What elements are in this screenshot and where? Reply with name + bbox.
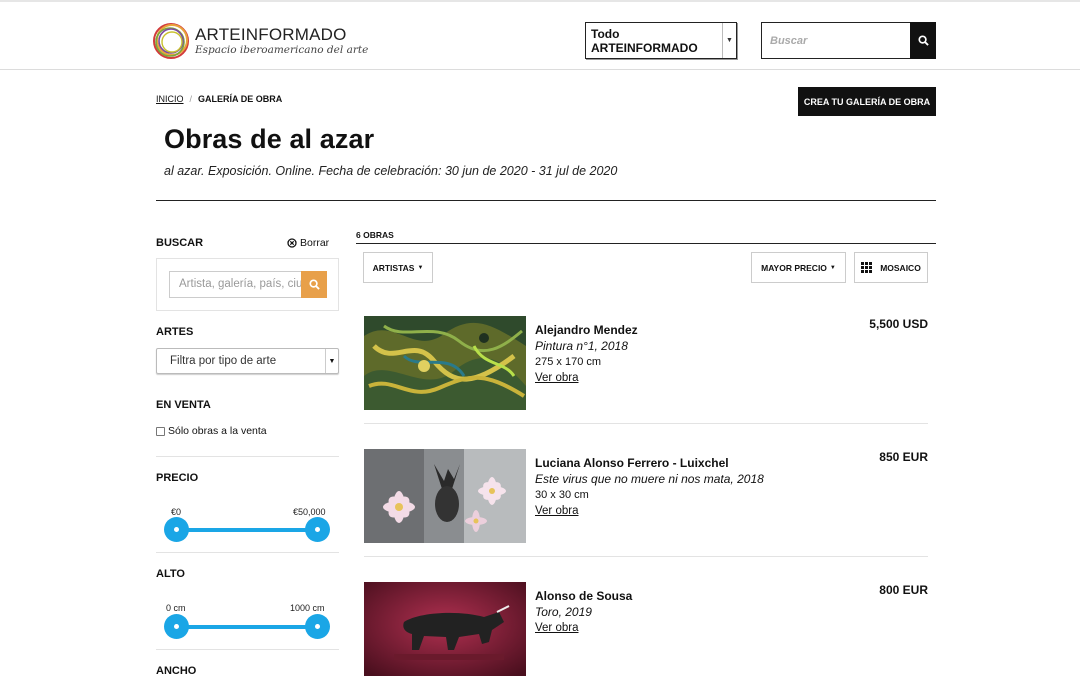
height-max-label: 1000 cm: [290, 603, 325, 613]
sidebar-divider: [156, 456, 339, 457]
height-slider-track[interactable]: [177, 625, 318, 629]
results-count: 6 OBRAS: [356, 230, 394, 240]
artwork-size: 30 x 30 cm: [535, 489, 589, 501]
search-icon: [917, 35, 929, 46]
sidebar-divider: [156, 552, 339, 553]
clear-filters-label: Borrar: [300, 237, 330, 249]
title-divider: [156, 200, 936, 201]
create-gallery-button[interactable]: CREA TU GALERÍA DE OBRA: [798, 87, 936, 116]
height-min-label: 0 cm: [166, 603, 186, 613]
artwork-artist: Alejandro Mendez: [535, 323, 638, 337]
artwork-item: Alejandro Mendez Pintura n°1, 2018 275 x…: [364, 316, 928, 432]
site-search-input[interactable]: [762, 23, 911, 58]
search-scope-select[interactable]: Todo ARTEINFORMADO ▼: [585, 22, 737, 59]
sale-only-checkbox[interactable]: [156, 426, 165, 436]
caret-down-icon: ▼: [722, 23, 736, 58]
sort-filter-label: MAYOR PRECIO: [761, 262, 827, 273]
view-mode-button[interactable]: MOSAICO: [854, 252, 928, 283]
view-artwork-link[interactable]: Ver obra: [535, 503, 764, 519]
page-title: Obras de al azar: [164, 124, 375, 154]
search-icon: [308, 279, 320, 290]
sidebar-divider: [156, 649, 339, 650]
sidebar-search-panel: Artista, galería, país, ciudad...: [156, 258, 339, 311]
breadcrumb: INICIO / GALERÍA DE OBRA: [156, 94, 282, 104]
artwork-title: Pintura n°1, 2018: [535, 339, 628, 353]
logo-tagline: Espacio iberoamericano del arte: [195, 44, 369, 56]
sidebar-height-heading: ALTO: [156, 568, 185, 580]
sidebar-sale-heading: EN VENTA: [156, 399, 211, 411]
artwork-title: Este virus que no muere ni nos mata, 201…: [535, 472, 764, 486]
clear-filters-link[interactable]: Borrar: [287, 237, 329, 249]
arts-type-select[interactable]: Filtra por tipo de arte ▼: [156, 348, 339, 374]
breadcrumb-current: GALERÍA DE OBRA: [198, 94, 283, 104]
sort-filter-button[interactable]: MAYOR PRECIO ▼: [751, 252, 846, 283]
price-slider-min-handle[interactable]: [164, 517, 189, 542]
search-scope-value: Todo ARTEINFORMADO: [591, 26, 698, 55]
sidebar-width-heading: ANCHO: [156, 665, 197, 677]
height-slider-min-handle[interactable]: [164, 614, 189, 639]
site-header: ARTEINFORMADO Espacio iberoamericano del…: [0, 2, 1080, 70]
artwork-artist: Luciana Alonso Ferrero - Luixchel: [535, 456, 729, 470]
site-search-field[interactable]: [761, 22, 911, 59]
view-artwork-link[interactable]: Ver obra: [535, 370, 638, 386]
sidebar-price-heading: PRECIO: [156, 472, 199, 484]
logo-name: ARTEINFORMADO: [195, 25, 347, 44]
view-mode-label: MOSAICO: [880, 262, 921, 273]
close-circle-icon: [287, 238, 297, 248]
breadcrumb-separator: /: [189, 94, 193, 104]
site-logo[interactable]: ARTEINFORMADO Espacio iberoamericano del…: [151, 21, 368, 61]
artwork-title: Toro, 2019: [535, 605, 592, 619]
sale-only-label: Sólo obras a la venta: [168, 425, 267, 437]
height-slider-max-handle[interactable]: [305, 614, 330, 639]
artwork-thumbnail[interactable]: [364, 449, 526, 543]
results-divider: [356, 243, 936, 244]
page-subtitle: al azar. Exposición. Online. Fecha de ce…: [164, 164, 618, 178]
artwork-divider: [364, 556, 928, 557]
sidebar-arts-heading: ARTES: [156, 326, 194, 338]
price-slider-max-handle[interactable]: [305, 517, 330, 542]
breadcrumb-home-link[interactable]: INICIO: [156, 94, 184, 104]
arts-type-value: Filtra por tipo de arte: [170, 355, 277, 367]
artwork-thumbnail[interactable]: [364, 316, 526, 410]
view-artwork-link[interactable]: Ver obra: [535, 620, 632, 636]
artwork-price: 850 EUR: [879, 450, 928, 464]
caret-down-icon: ▼: [829, 264, 836, 271]
price-slider-track[interactable]: [177, 528, 318, 532]
artists-filter-label: ARTISTAS: [372, 262, 415, 273]
artwork-artist: Alonso de Sousa: [535, 589, 633, 603]
sidebar-search-button[interactable]: [301, 271, 327, 298]
artwork-item: Alonso de Sousa Toro, 2019 Ver obra 800 …: [364, 582, 928, 689]
artwork-price: 800 EUR: [879, 583, 928, 597]
caret-down-icon: ▼: [417, 264, 424, 271]
grid-view-icon: [861, 262, 873, 273]
site-search-button[interactable]: [910, 22, 936, 59]
artwork-thumbnail[interactable]: [364, 582, 526, 676]
sidebar-search-input[interactable]: Artista, galería, país, ciudad...: [169, 271, 301, 298]
price-max-label: €50,000: [293, 507, 326, 517]
caret-down-icon: ▼: [325, 349, 338, 373]
artists-filter-button[interactable]: ARTISTAS ▼: [363, 252, 433, 283]
artwork-price: 5,500 USD: [869, 317, 928, 331]
price-min-label: €0: [171, 507, 182, 517]
artwork-size: 275 x 170 cm: [535, 356, 602, 368]
logo-rings-icon: [151, 21, 191, 61]
sale-only-option[interactable]: Sólo obras a la venta: [156, 425, 267, 437]
artwork-item: Luciana Alonso Ferrero - Luixchel Este v…: [364, 449, 928, 565]
sidebar-search-heading: BUSCAR: [156, 237, 204, 249]
artwork-divider: [364, 423, 928, 424]
